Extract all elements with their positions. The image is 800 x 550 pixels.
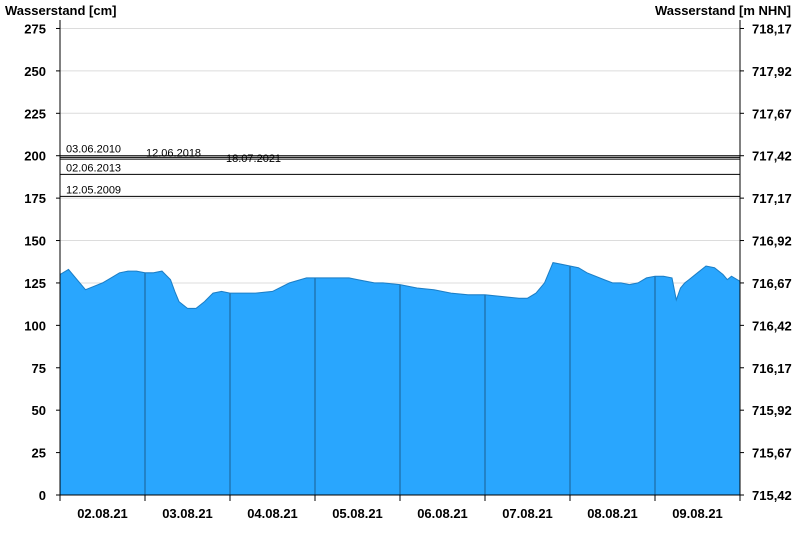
x-tick-label: 09.08.21 bbox=[672, 506, 723, 521]
historic-level-label: 12.06.2018 bbox=[146, 147, 201, 159]
y-tick-label: 75 bbox=[32, 361, 46, 376]
right-tick-label: 716,67 bbox=[752, 276, 792, 291]
y-tick-label: 100 bbox=[24, 318, 46, 333]
y-tick-label: 250 bbox=[24, 64, 46, 79]
y-tick-label: 225 bbox=[24, 106, 46, 121]
right-tick-label: 717,67 bbox=[752, 106, 792, 121]
y-tick-label: 25 bbox=[32, 446, 46, 461]
right-tick-label: 715,67 bbox=[752, 446, 792, 461]
x-tick-label: 06.08.21 bbox=[417, 506, 468, 521]
x-tick-label: 02.08.21 bbox=[77, 506, 128, 521]
right-tick-label: 717,17 bbox=[752, 191, 792, 206]
y-tick-label: 200 bbox=[24, 149, 46, 164]
right-y-axis-ticks: 715,42 715,67 715,92 716,17 716,42 716,67 716,… bbox=[740, 21, 792, 503]
left-axis-title: Wasserstand [cm] bbox=[5, 3, 117, 18]
y-tick-label: 275 bbox=[24, 21, 46, 36]
right-axis-title: Wasserstand [m NHN] bbox=[655, 3, 791, 18]
x-tick-label: 03.08.21 bbox=[162, 506, 213, 521]
x-tick-label: 07.08.21 bbox=[502, 506, 553, 521]
y-tick-label: 150 bbox=[24, 234, 46, 249]
x-axis-ticks: 02.08.21 03.08.21 04.08.21 05.08.21 06.08.21… bbox=[59, 495, 741, 521]
right-tick-label: 715,42 bbox=[752, 488, 792, 503]
x-tick-label: 04.08.21 bbox=[247, 506, 298, 521]
right-tick-label: 716,17 bbox=[752, 361, 792, 376]
right-tick-label: 716,42 bbox=[752, 318, 792, 333]
y-tick-label: 125 bbox=[24, 276, 46, 291]
right-tick-label: 715,92 bbox=[752, 403, 792, 418]
water-level-chart: Wasserstand [cm] Wasserstand [m NHN] 03.… bbox=[5, 3, 792, 521]
historic-level-label: 02.06.2013 bbox=[66, 162, 121, 174]
left-y-axis-ticks: 0 25 50 75 100 125 150 175 200 225 250 275 bbox=[24, 21, 60, 503]
right-tick-label: 717,42 bbox=[752, 149, 792, 164]
right-tick-label: 716,92 bbox=[752, 234, 792, 249]
right-tick-label: 718,17 bbox=[752, 21, 792, 36]
plot-area bbox=[59, 20, 741, 496]
y-tick-label: 0 bbox=[39, 488, 46, 503]
y-tick-label: 175 bbox=[24, 191, 46, 206]
x-tick-label: 05.08.21 bbox=[332, 506, 383, 521]
historic-level-label: 12.05.2009 bbox=[66, 184, 121, 196]
right-tick-label: 717,92 bbox=[752, 64, 792, 79]
area-mask bbox=[60, 20, 740, 309]
historic-level-label: 03.06.2010 bbox=[66, 144, 121, 156]
historic-level-label: 18.07.2021 bbox=[226, 153, 281, 165]
y-tick-label: 50 bbox=[32, 403, 46, 418]
x-tick-label: 08.08.21 bbox=[587, 506, 638, 521]
